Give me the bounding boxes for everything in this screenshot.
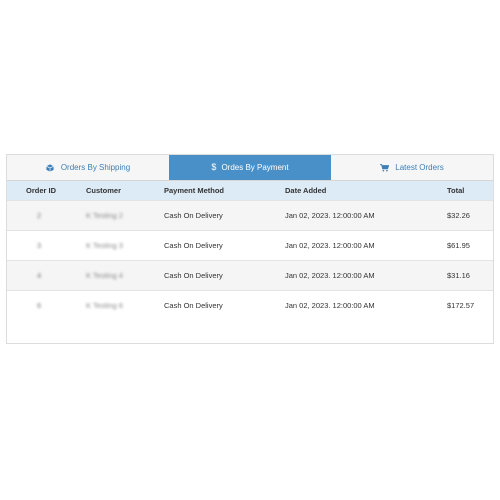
column-header-date-added[interactable]: Date Added [285,181,447,200]
customer-cell: K Testing 4 [86,259,164,290]
tab-label: Latest Orders [395,163,444,172]
total-cell: $172.57 [447,289,493,320]
orders-panel: Orders By Shipping $ Ordes By Payment La… [6,154,494,344]
table-row[interactable]: 2 K Testing 2 Cash On Delivery Jan 02, 2… [7,199,493,230]
column-header-total[interactable]: Total [447,181,493,200]
payment-method-cell: Cash On Delivery [164,259,285,290]
tab-orders-by-shipping[interactable]: Orders By Shipping [7,155,169,180]
table-header-row: Order ID Customer Payment Method Date Ad… [7,181,493,200]
column-header-order-id[interactable]: Order ID [7,181,86,200]
tab-bar: Orders By Shipping $ Ordes By Payment La… [7,155,493,181]
total-cell: $61.95 [447,229,493,260]
order-id-cell: 3 [7,229,86,260]
total-cell: $32.26 [447,199,493,230]
column-header-payment-method[interactable]: Payment Method [164,181,285,200]
cart-icon [380,163,390,172]
order-id-cell: 6 [7,289,86,320]
table-row[interactable]: 6 K Testing 6 Cash On Delivery Jan 02, 2… [7,289,493,320]
customer-cell: K Testing 6 [86,289,164,320]
column-header-customer[interactable]: Customer [86,181,164,200]
total-cell: $31.16 [447,259,493,290]
order-id-cell: 4 [7,259,86,290]
payment-method-cell: Cash On Delivery [164,289,285,320]
date-added-cell: Jan 02, 2023. 12:00:00 AM [285,289,447,320]
order-id-cell: 2 [7,199,86,230]
orders-table: Order ID Customer Payment Method Date Ad… [7,181,493,320]
dollar-icon: $ [211,162,217,172]
box-icon [46,163,55,172]
table-row[interactable]: 4 K Testing 4 Cash On Delivery Jan 02, 2… [7,259,493,290]
customer-cell: K Testing 3 [86,229,164,260]
date-added-cell: Jan 02, 2023. 12:00:00 AM [285,229,447,260]
tab-latest-orders[interactable]: Latest Orders [331,155,493,180]
customer-cell: K Testing 2 [86,199,164,230]
table-row[interactable]: 3 K Testing 3 Cash On Delivery Jan 02, 2… [7,229,493,260]
date-added-cell: Jan 02, 2023. 12:00:00 AM [285,199,447,230]
payment-method-cell: Cash On Delivery [164,199,285,230]
tab-orders-by-payment[interactable]: $ Ordes By Payment [169,155,331,180]
tab-label: Ordes By Payment [221,163,289,172]
tab-label: Orders By Shipping [60,163,131,172]
payment-method-cell: Cash On Delivery [164,229,285,260]
date-added-cell: Jan 02, 2023. 12:00:00 AM [285,259,447,290]
